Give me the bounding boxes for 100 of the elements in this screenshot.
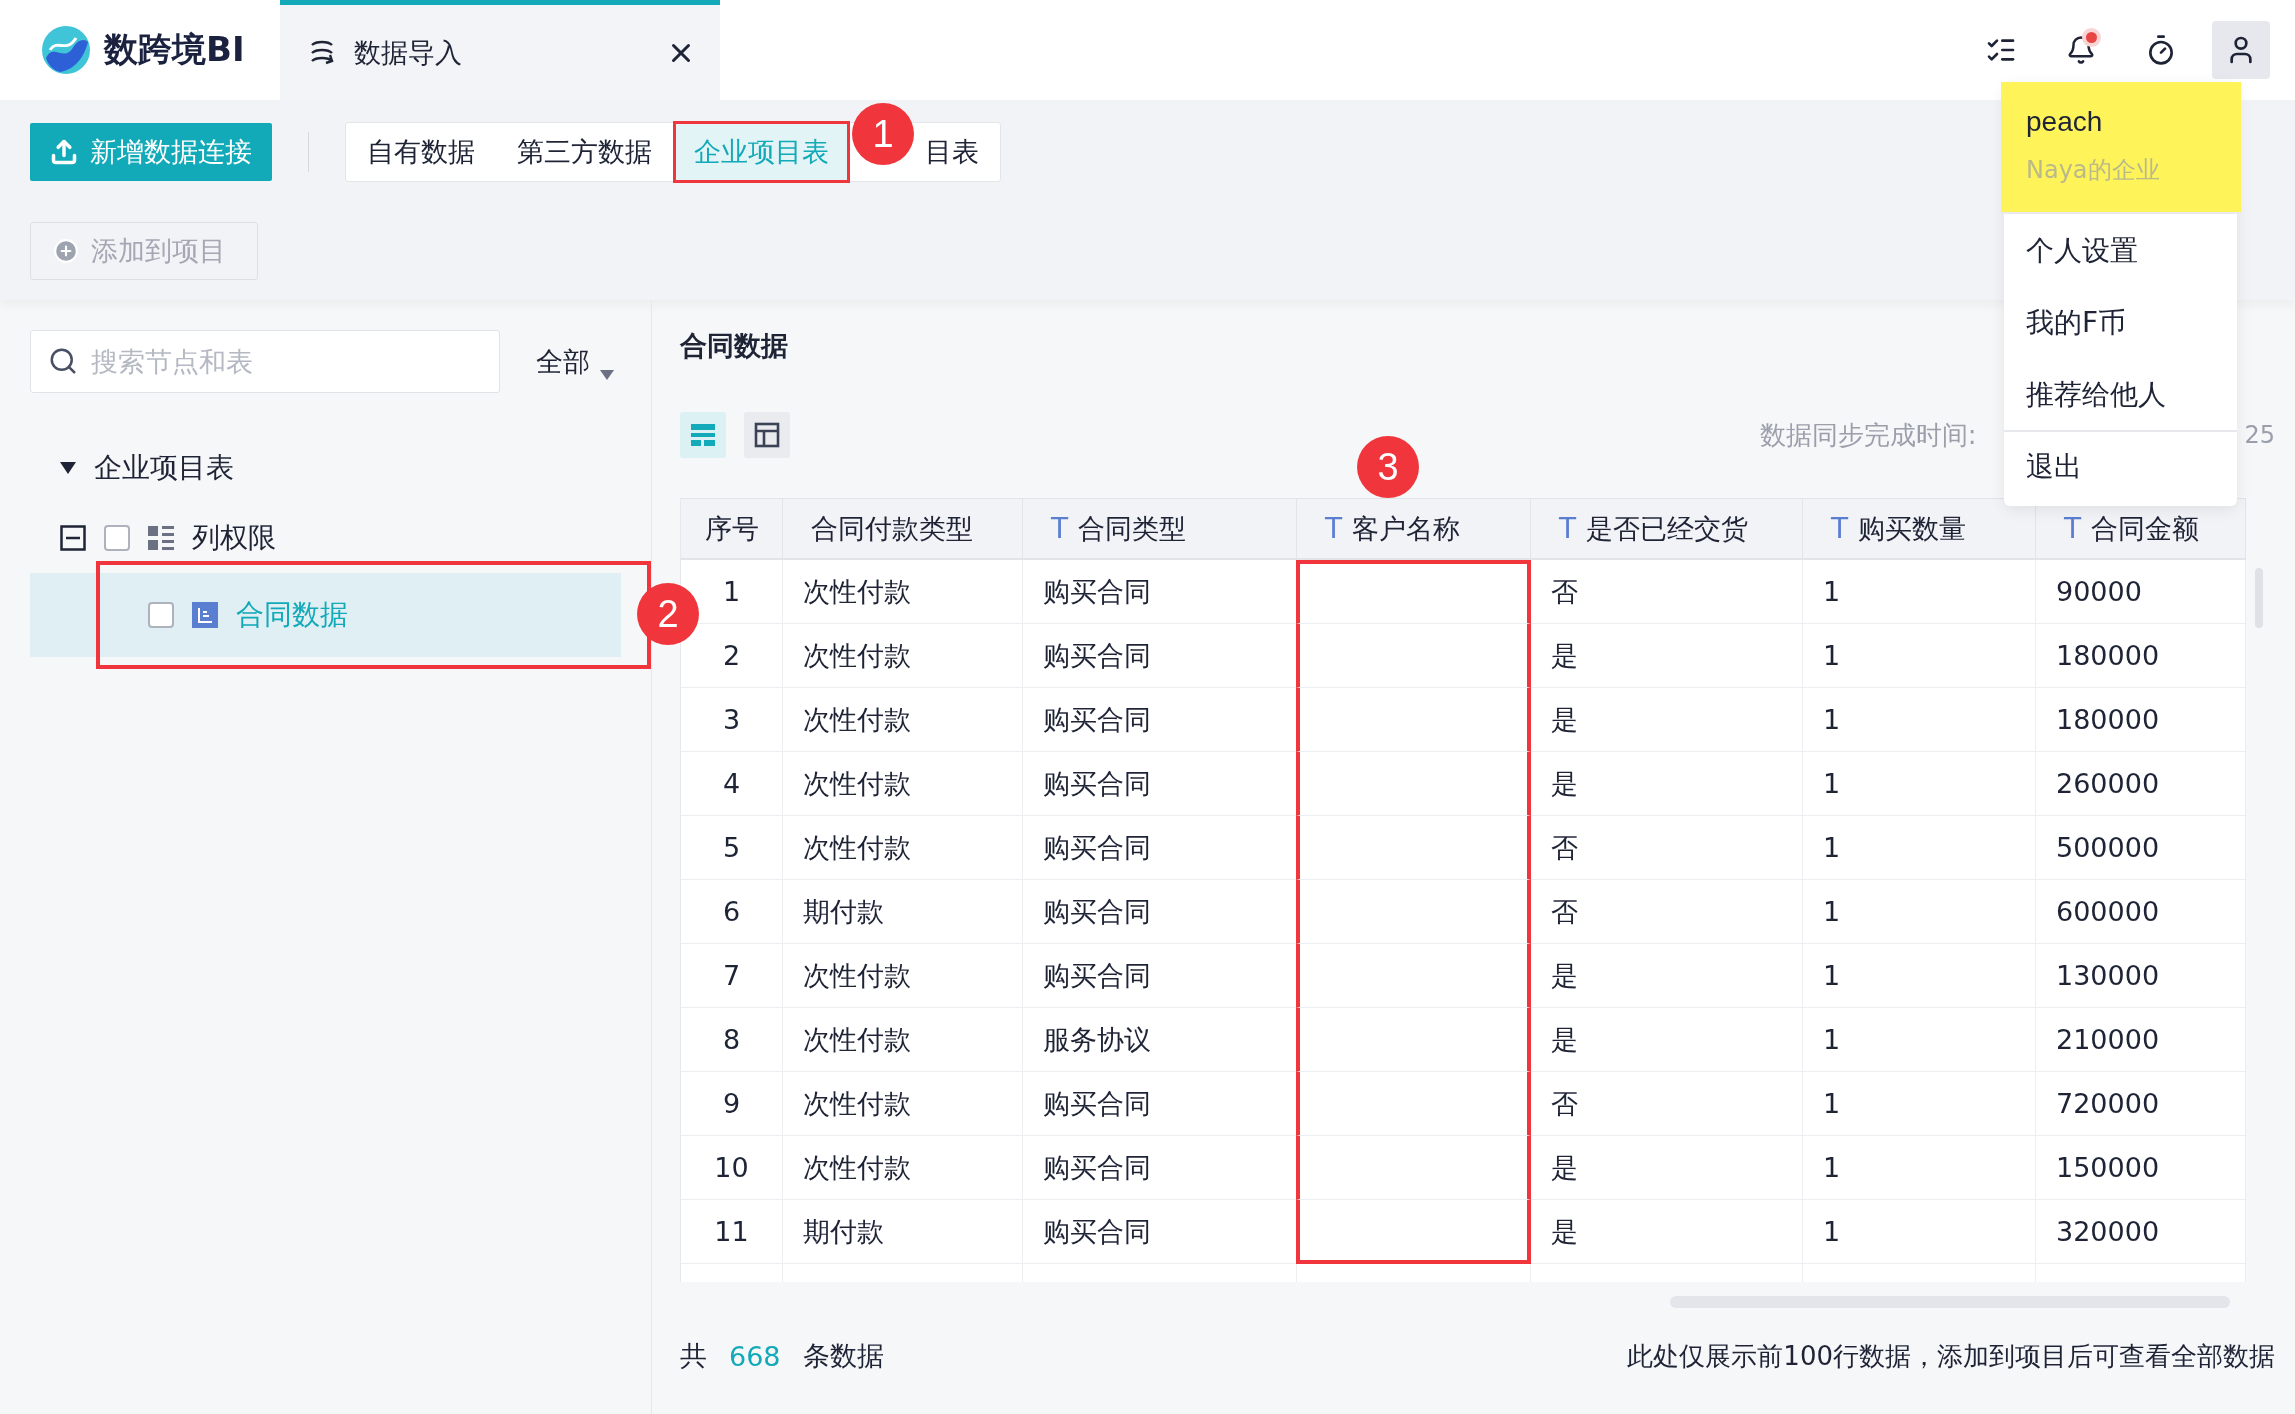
table-cell: 次性付款 — [783, 688, 1023, 752]
table-cell: 3 — [681, 688, 783, 752]
preview-note: 此处仅展示前100行数据，添加到项目后可查看全部数据 — [1627, 1339, 2275, 1373]
org-name: Naya的企业 — [2026, 155, 2160, 186]
rows-icon — [690, 422, 716, 448]
table-cell: 1 — [1803, 1072, 2036, 1136]
table-cell: 180000 — [2036, 624, 2246, 688]
source-tab[interactable]: 自有数据 — [346, 121, 496, 183]
table-cell: 否 — [1531, 560, 1803, 624]
column-header[interactable]: 合同付款类型 — [783, 498, 1023, 560]
table-cell: 次性付款 — [783, 1136, 1023, 1200]
table-cell: 否 — [1531, 816, 1803, 880]
column-header[interactable]: T 是否已经交货 — [1531, 498, 1803, 560]
step-badge: 2 — [637, 583, 699, 645]
table-cell: 否 — [1531, 1072, 1803, 1136]
table-cell: 是 — [1531, 752, 1803, 816]
table-cell: 1 — [1803, 1008, 2036, 1072]
search-icon — [48, 346, 78, 376]
table-cell: 是 — [1531, 624, 1803, 688]
table-cell: 否 — [1531, 880, 1803, 944]
unread-dot — [2086, 32, 2097, 43]
bell-icon — [2066, 35, 2096, 65]
document-tab[interactable]: 数据导入 — [280, 0, 720, 100]
column-header[interactable]: T 客户名称 — [1297, 498, 1531, 560]
sync-label: 数据同步完成时间: — [1759, 418, 1977, 452]
sync-time: 25 — [2244, 421, 2275, 449]
table-cell: 购买合同 — [1023, 880, 1297, 944]
tree-label[interactable]: 企业项目表 — [94, 449, 234, 487]
checkbox[interactable] — [104, 525, 130, 551]
collapse-icon[interactable] — [60, 525, 86, 551]
menu-item[interactable]: 退出 — [2004, 430, 2237, 502]
table-cell: 1 — [1803, 688, 2036, 752]
table-cell: 90000 — [2036, 560, 2246, 624]
table-cell: 130000 — [2036, 944, 2246, 1008]
table-cell: 10 — [681, 1136, 783, 1200]
total-prefix: 共 — [680, 1339, 707, 1373]
caret-icon[interactable] — [60, 462, 76, 474]
step-badge: 3 — [1357, 436, 1419, 498]
table-cell: 期付款 — [783, 880, 1023, 944]
table-cell: 8 — [681, 1008, 783, 1072]
menu-item[interactable]: 推荐给他人 — [2004, 358, 2237, 430]
search-field[interactable]: 搜索节点和表 — [30, 330, 500, 393]
table-cell: 是 — [1531, 688, 1803, 752]
menu-item[interactable]: 个人设置 — [2004, 214, 2237, 286]
filter-dropdown[interactable]: 全部 — [536, 343, 614, 380]
table-cell: 购买合同 — [1023, 816, 1297, 880]
table-cell: 180000 — [2036, 688, 2246, 752]
source-tab[interactable]: 第三方数据 — [496, 121, 673, 183]
table-cell: 购买合同 — [1023, 1136, 1297, 1200]
table-cell: 1 — [1803, 880, 2036, 944]
table-cell: 服务协议 — [1023, 1008, 1297, 1072]
table-cell: 500000 — [2036, 816, 2246, 880]
layout-icon — [754, 422, 780, 448]
logo-icon — [40, 24, 92, 76]
table-cell: 次性付款 — [783, 752, 1023, 816]
column-header[interactable]: T 合同类型 — [1023, 498, 1297, 560]
layout-view-button[interactable] — [744, 412, 790, 458]
table-cell: 次性付款 — [783, 1072, 1023, 1136]
logo-text: 数跨境BI — [104, 28, 245, 71]
total-suffix: 条数据 — [802, 1339, 884, 1373]
table-cell: 购买合同 — [1023, 688, 1297, 752]
row-count: 668 — [729, 1340, 781, 1372]
column-header[interactable]: 序号 — [681, 498, 783, 560]
column-header[interactable]: T 购买数量 — [1803, 498, 2036, 560]
table-cell: 1 — [1803, 816, 2036, 880]
table-cell: 购买合同 — [1023, 624, 1297, 688]
table-cell: 210000 — [2036, 1008, 2246, 1072]
table-cell: 次性付款 — [783, 944, 1023, 1008]
table-cell: 购买合同 — [1023, 944, 1297, 1008]
table-cell: 是 — [1531, 1136, 1803, 1200]
user-name: peach — [2026, 106, 2103, 138]
table-cell: 购买合同 — [1023, 560, 1297, 624]
table-cell: 是 — [1531, 1008, 1803, 1072]
table-cell: 购买合同 — [1023, 1072, 1297, 1136]
table-cell: 6 — [681, 880, 783, 944]
table-cell: 次性付款 — [783, 816, 1023, 880]
table-cell: 600000 — [2036, 880, 2246, 944]
user-button[interactable] — [2212, 21, 2270, 79]
table-cell: 9 — [681, 1072, 783, 1136]
table-cell: 1 — [1803, 944, 2036, 1008]
checkbox[interactable] — [148, 602, 174, 628]
table-cell: 1 — [1803, 752, 2036, 816]
table-cell: 1 — [1803, 560, 2036, 624]
table-cell: 是 — [1531, 944, 1803, 1008]
caret-icon — [600, 369, 614, 380]
table-icon — [192, 602, 218, 628]
table-cell: 260000 — [2036, 752, 2246, 816]
step-badge: 1 — [852, 103, 914, 165]
menu-item[interactable]: 我的F币 — [2004, 286, 2237, 358]
tree-label[interactable]: 列权限 — [192, 519, 276, 557]
columns-icon — [148, 525, 174, 551]
table-cell: 1 — [1803, 624, 2036, 688]
table-cell: 150000 — [2036, 1136, 2246, 1200]
table-cell: 5 — [681, 816, 783, 880]
table-title: 合同数据 — [680, 329, 788, 363]
table-cell: 次性付款 — [783, 624, 1023, 688]
table-cell: 次性付款 — [783, 560, 1023, 624]
plus-icon — [53, 238, 79, 264]
table-cell: 720000 — [2036, 1072, 2246, 1136]
table-cell: 2 — [681, 624, 783, 688]
